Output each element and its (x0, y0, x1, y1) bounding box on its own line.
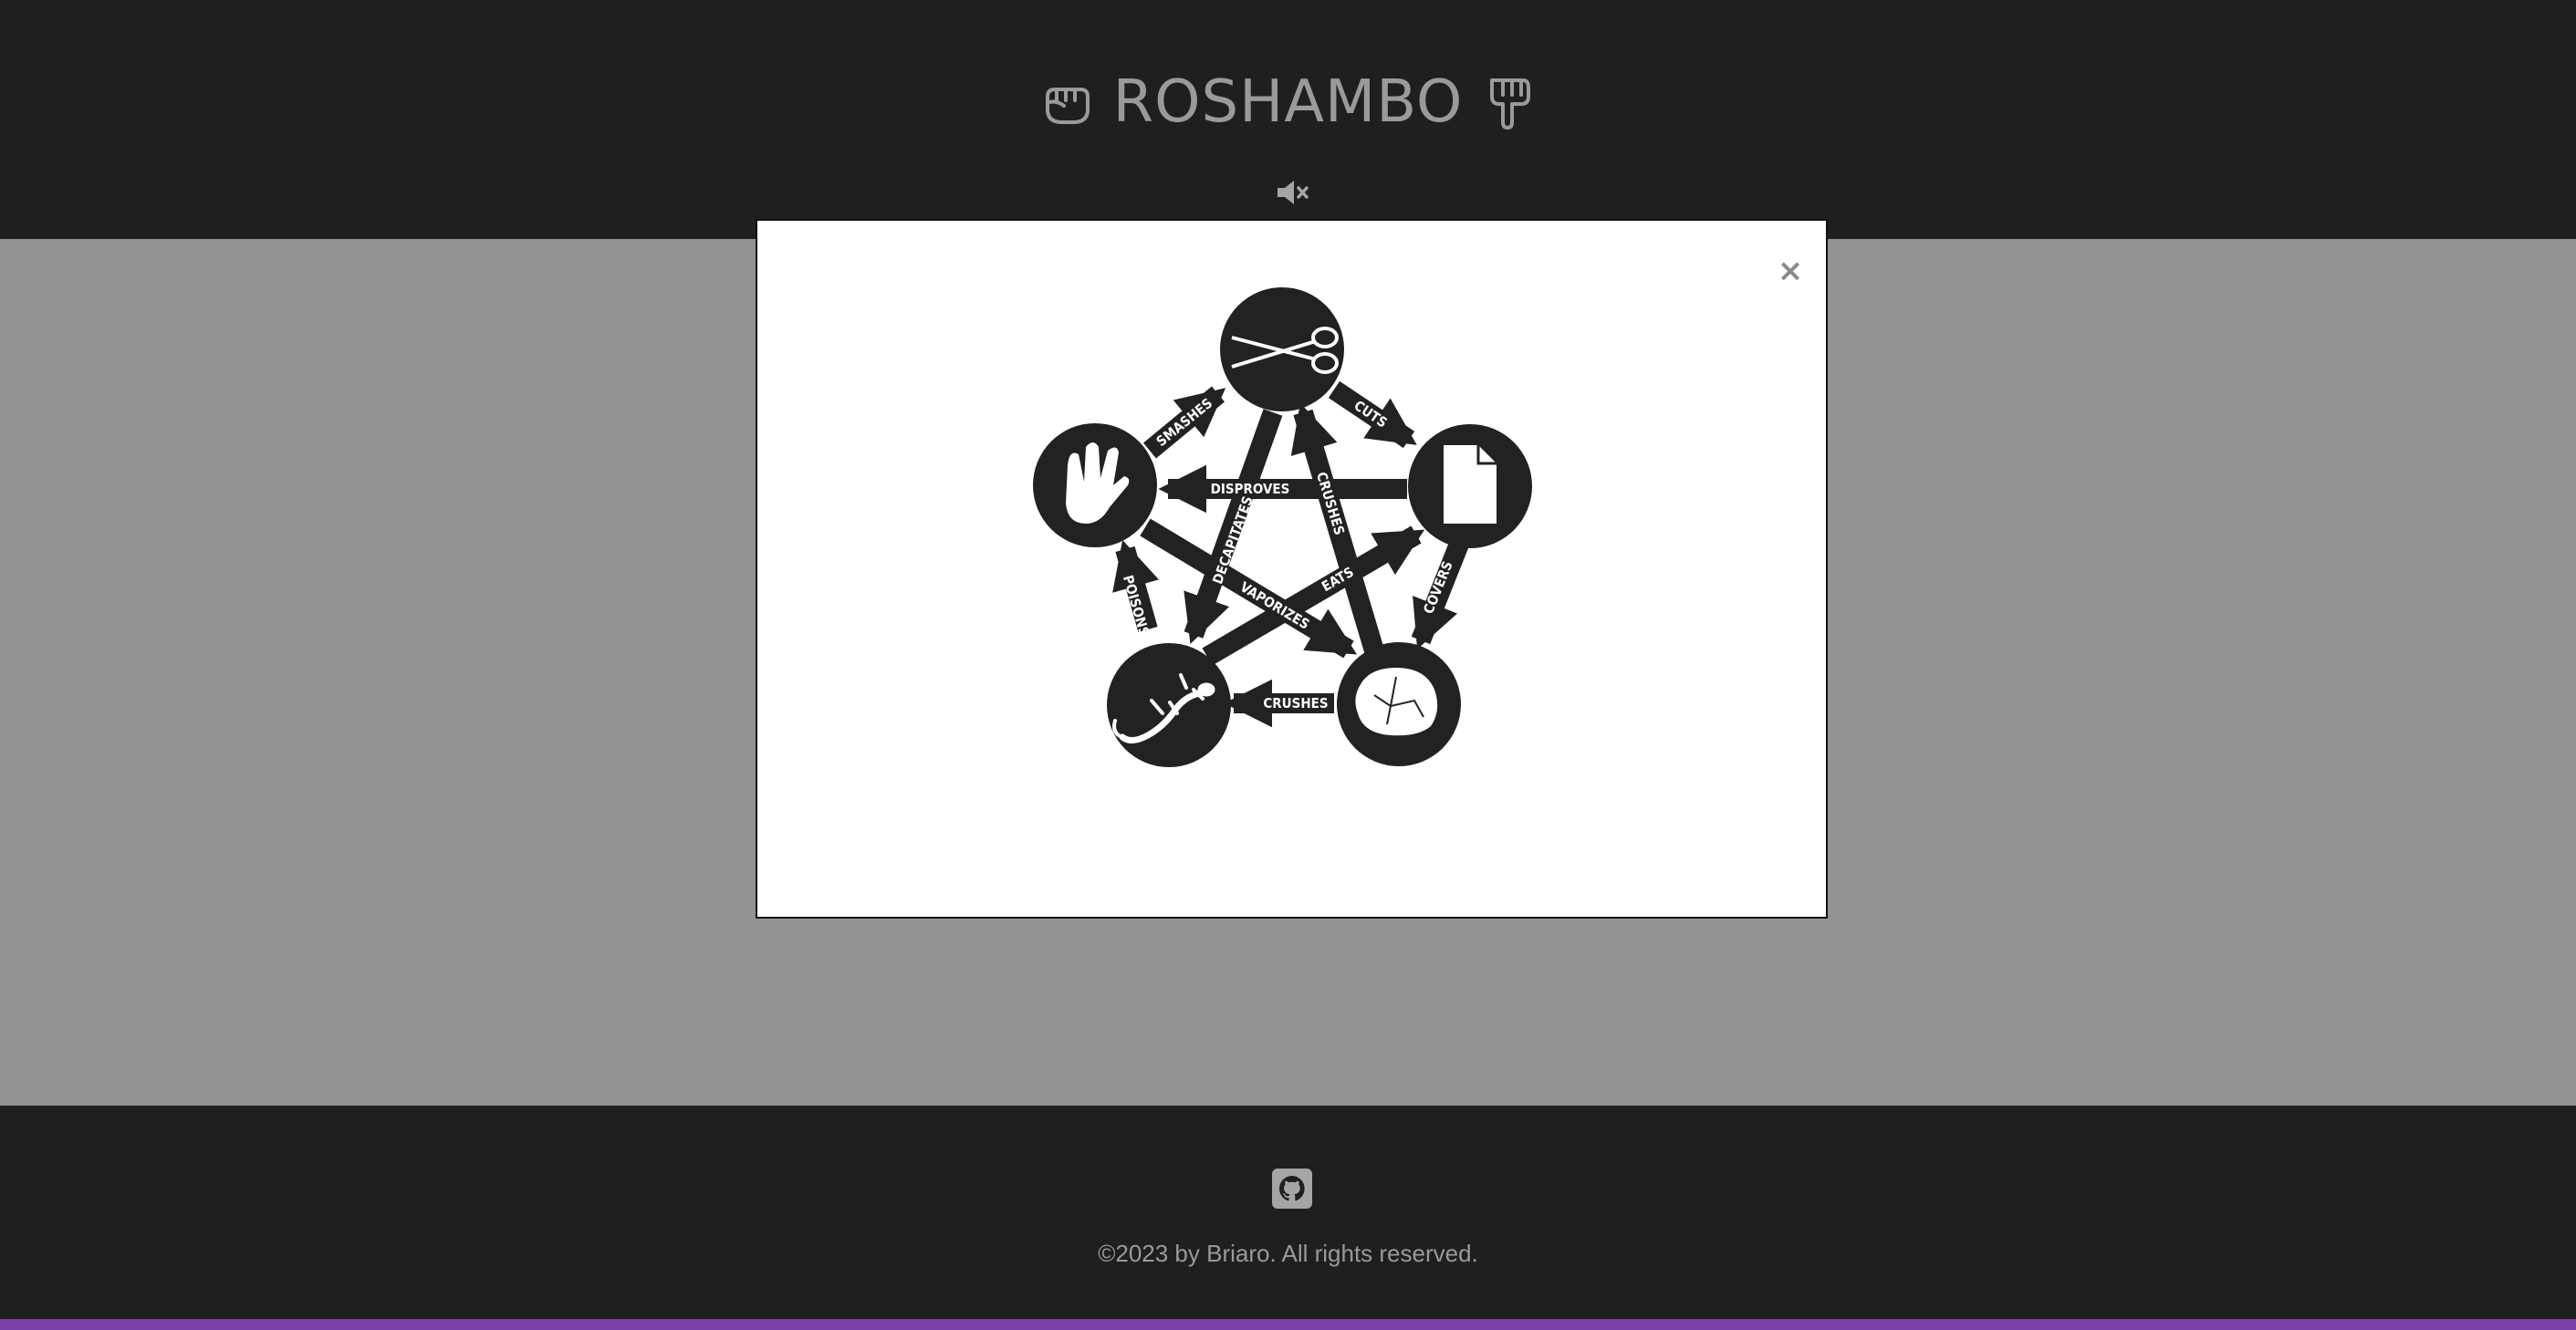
label-disproves: DISPROVES (1211, 481, 1290, 497)
header: ROSHAMBO (0, 0, 2576, 239)
page-title: ROSHAMBO (0, 66, 2576, 139)
label-crushes-bottom: CRUSHES (1263, 695, 1328, 712)
speaker-muted-icon (1278, 181, 1309, 204)
rock-icon (1355, 668, 1438, 736)
copyright-text: ©2023 by Briaro. All rights reserved. (1098, 1240, 1478, 1267)
paper-icon (1444, 445, 1497, 524)
rules-diagram: SMASHES CUTS DISPROVES CRUSHES DECAPITAT… (1033, 287, 1532, 767)
node-rock (1337, 642, 1461, 766)
pointing-down-hand-icon (1490, 78, 1531, 130)
footer (0, 1106, 2576, 1319)
node-lizard (1107, 643, 1231, 767)
mute-button[interactable] (1276, 177, 1310, 208)
fist-icon (1045, 88, 1090, 124)
github-link[interactable] (1272, 1169, 1312, 1209)
app-window: ROSHAMBO × SMASHES CUTS DISPROVES CRUSHE… (0, 0, 2576, 1319)
node-paper (1408, 424, 1532, 548)
label-smashes: SMASHES (1153, 395, 1215, 450)
github-icon (1272, 1169, 1312, 1209)
node-scissors (1220, 287, 1344, 411)
rules-modal: × SMASHES CUTS DISPROVES CRUSHES DECAPIT… (756, 219, 1828, 919)
node-spock (1033, 423, 1157, 547)
title-text: ROSHAMBO (1112, 68, 1464, 136)
